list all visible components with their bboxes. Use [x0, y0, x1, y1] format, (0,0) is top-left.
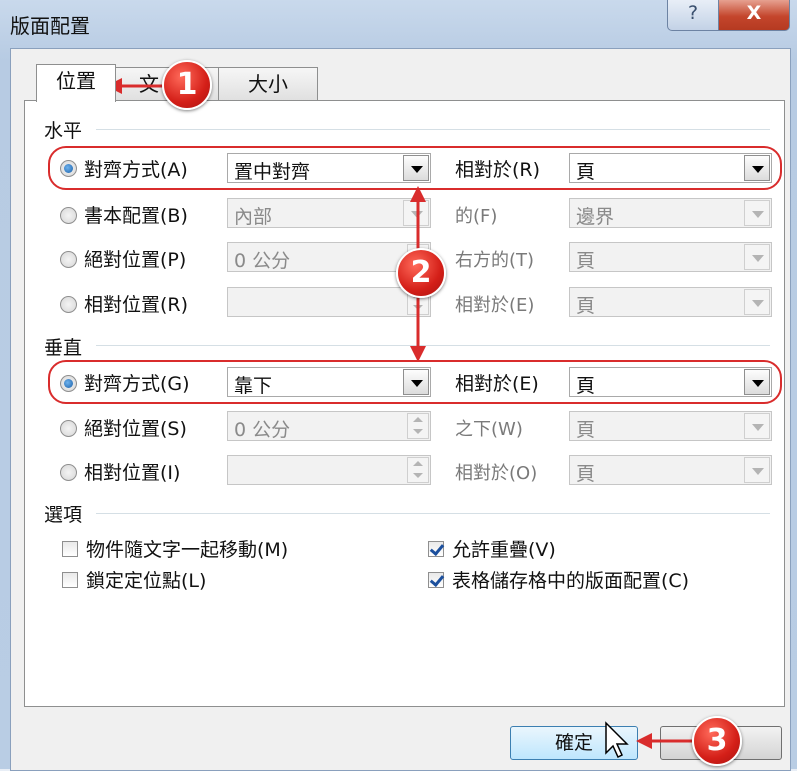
tab-label: 位置	[56, 69, 96, 93]
mouse-cursor-icon	[605, 721, 629, 759]
tab-position[interactable]: 位置	[36, 64, 116, 102]
annotation-overlay	[106, 78, 692, 759]
arrow-head-2-up	[410, 186, 426, 202]
step-callout-2: 2	[396, 248, 446, 298]
arrow-head-3	[636, 733, 652, 749]
step-callout-3: 3	[692, 716, 742, 766]
step-callout-1: 1	[162, 60, 212, 110]
arrow-head-2-down	[410, 346, 426, 362]
